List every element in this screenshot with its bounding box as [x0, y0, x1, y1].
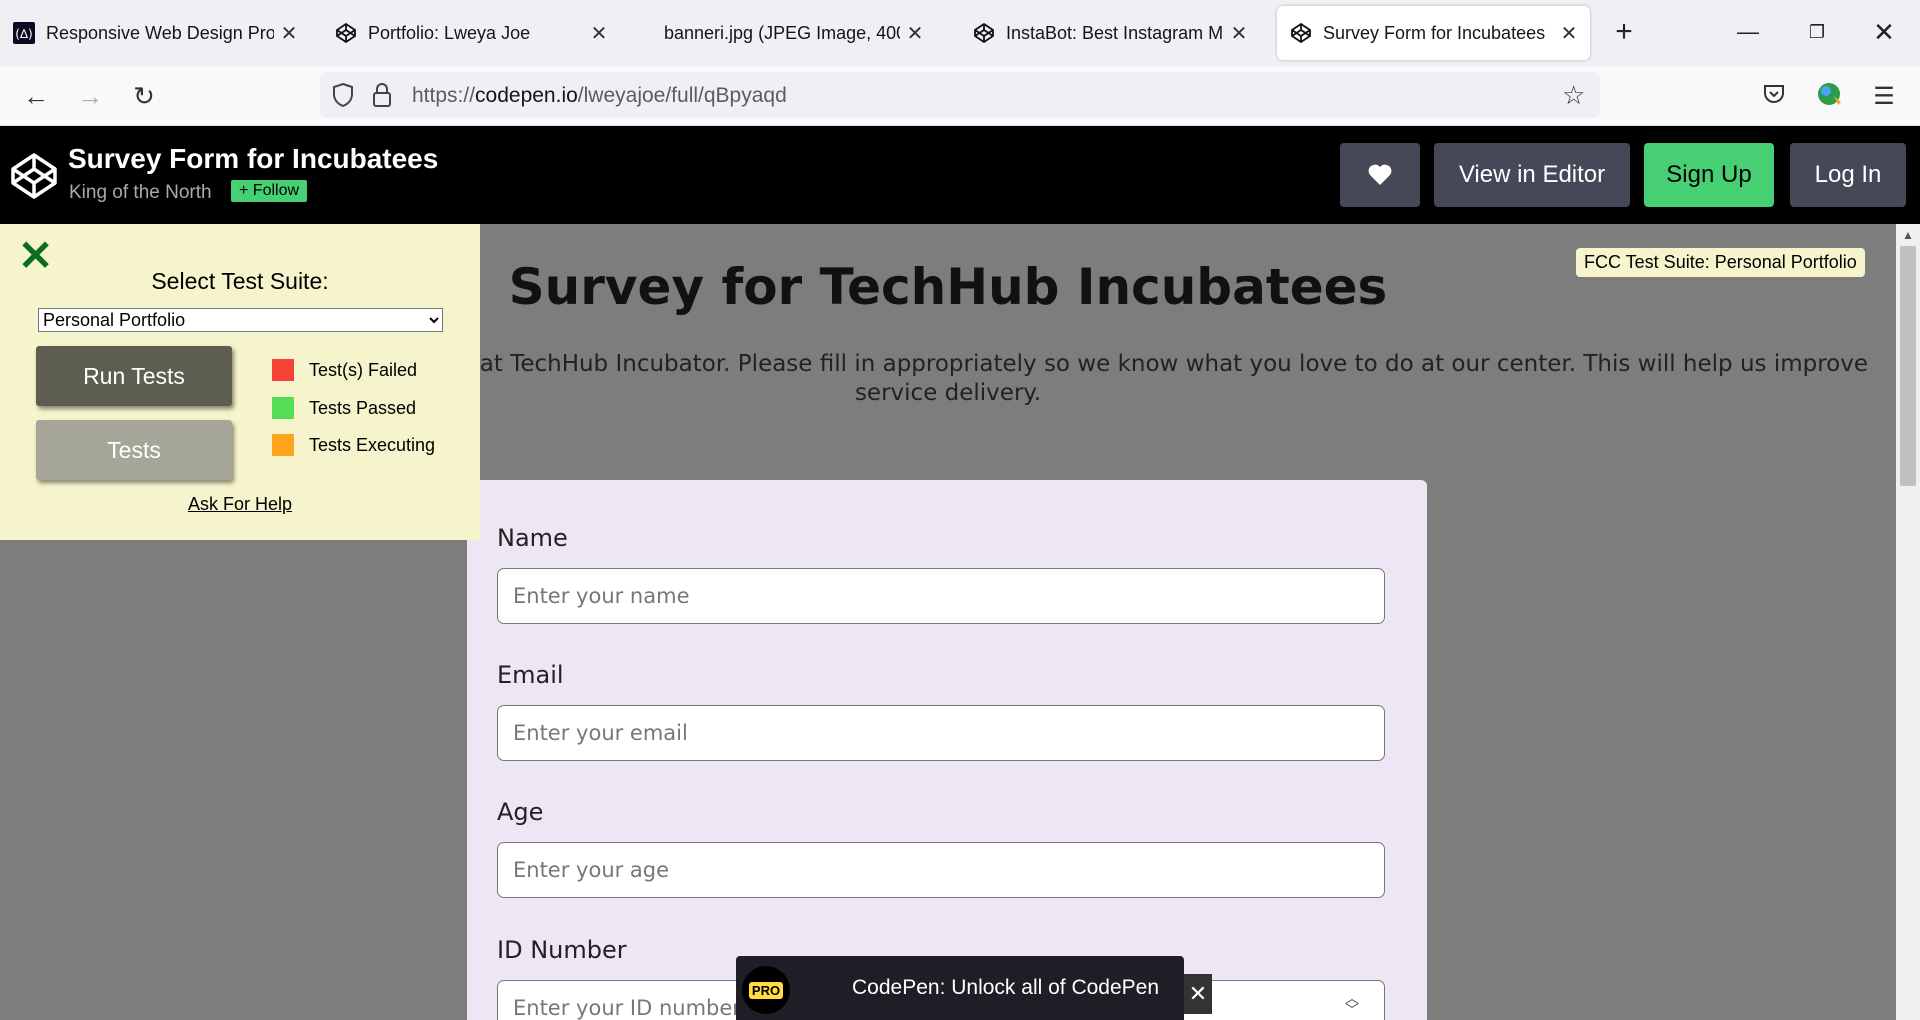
back-button[interactable]: ←: [18, 78, 54, 114]
shield-icon[interactable]: [332, 82, 354, 113]
restore-button[interactable]: ❐: [1795, 12, 1839, 52]
tab-responsive-web-design[interactable]: (∆) Responsive Web Design Proje ✕: [0, 6, 310, 60]
fcc-icon: (∆): [12, 21, 36, 45]
fcc-test-suite-badge[interactable]: FCC Test Suite: Personal Portfolio: [1576, 248, 1865, 277]
address-bar[interactable]: https://codepen.io/lweyajoe/full/qBpyaqd…: [320, 72, 1600, 118]
codepen-logo-icon[interactable]: [10, 152, 58, 205]
tab-banner-image[interactable]: banneri.jpg (JPEG Image, 4000 × ✕: [636, 6, 936, 60]
age-label: Age: [497, 798, 544, 826]
follow-button[interactable]: + Follow: [231, 180, 308, 202]
author-name[interactable]: King of the North: [69, 182, 212, 204]
pro-badge: PRO: [742, 966, 790, 1014]
close-tab-icon[interactable]: ✕: [1230, 21, 1248, 46]
new-tab-button[interactable]: +: [1602, 12, 1646, 52]
codepen-icon: [1289, 21, 1313, 45]
legend-executing: Tests Executing: [272, 433, 435, 457]
window-close-button[interactable]: ✕: [1862, 12, 1906, 52]
close-tab-icon[interactable]: ✕: [590, 21, 608, 46]
pen-title: Survey Form for Incubatees: [68, 143, 439, 174]
minimize-button[interactable]: —: [1726, 12, 1770, 52]
extension-icon[interactable]: [1816, 80, 1844, 113]
tab-instabot[interactable]: InstaBot: Best Instagram Man ✕: [960, 6, 1260, 60]
pocket-icon[interactable]: [1762, 82, 1786, 111]
promo-text[interactable]: CodePen: Unlock all of CodePen: [852, 976, 1159, 1000]
id-number-label: ID Number: [497, 936, 627, 964]
lock-icon[interactable]: [372, 82, 392, 113]
heart-button[interactable]: [1340, 143, 1420, 207]
legend-failed: Test(s) Failed: [272, 358, 417, 382]
url-text[interactable]: https://codepen.io/lweyajoe/full/qBpyaqd: [412, 84, 787, 108]
passed-swatch: [272, 397, 294, 419]
browser-tab-bar: (∆) Responsive Web Design Proje ✕ Portfo…: [0, 0, 1920, 66]
name-label: Name: [497, 524, 568, 552]
legend-passed: Tests Passed: [272, 396, 416, 420]
sign-up-button[interactable]: Sign Up: [1644, 143, 1774, 207]
scrollbar-thumb[interactable]: [1900, 246, 1916, 486]
failed-swatch: [272, 359, 294, 381]
page-scrollbar[interactable]: ▲: [1896, 224, 1920, 1020]
reload-button[interactable]: ↻: [126, 78, 162, 114]
scroll-up-icon[interactable]: ▲: [1902, 228, 1914, 242]
menu-icon[interactable]: ☰: [1866, 78, 1902, 114]
codepen-icon: [972, 21, 996, 45]
browser-nav-bar: ← → ↻ https://codepen.io/lweyajoe/full/q…: [0, 66, 1920, 126]
codepen-header: Survey Form for Incubatees King of the N…: [0, 126, 1920, 224]
close-tab-icon[interactable]: ✕: [1560, 21, 1578, 46]
fcc-test-panel: ✕ Select Test Suite: Personal Portfolio …: [0, 224, 480, 540]
heart-icon: [1368, 164, 1392, 185]
close-tab-icon[interactable]: ✕: [906, 21, 924, 46]
codepen-icon: [334, 21, 358, 45]
log-in-button[interactable]: Log In: [1790, 143, 1906, 207]
tab-survey-form[interactable]: Survey Form for Incubatees ✕: [1277, 6, 1590, 60]
number-spinner-icon[interactable]: ︿ ﹀: [1345, 991, 1359, 1017]
email-input[interactable]: [497, 705, 1385, 761]
close-promo-icon[interactable]: ✕: [1184, 974, 1212, 1014]
select-suite-label: Select Test Suite:: [151, 268, 329, 294]
email-label: Email: [497, 661, 564, 689]
age-input[interactable]: [497, 842, 1385, 898]
tests-button[interactable]: Tests: [36, 420, 232, 480]
codepen-promo-banner[interactable]: PRO CodePen: Unlock all of CodePen ✕: [736, 956, 1212, 1020]
view-in-editor-button[interactable]: View in Editor: [1434, 143, 1630, 207]
svg-text:(∆): (∆): [15, 27, 32, 41]
name-input[interactable]: [497, 568, 1385, 624]
forward-button[interactable]: →: [72, 78, 108, 114]
survey-form: Name Email Age ID Number ︿﹀: [467, 480, 1427, 1020]
executing-swatch: [272, 434, 294, 456]
close-tab-icon[interactable]: ✕: [280, 21, 298, 46]
ask-for-help-link[interactable]: Ask For Help: [188, 494, 292, 515]
test-suite-select[interactable]: Personal Portfolio: [38, 308, 443, 332]
tab-portfolio[interactable]: Portfolio: Lweya Joe ✕: [322, 6, 620, 60]
bookmark-star-icon[interactable]: ☆: [1562, 80, 1585, 111]
run-tests-button[interactable]: Run Tests: [36, 346, 232, 406]
